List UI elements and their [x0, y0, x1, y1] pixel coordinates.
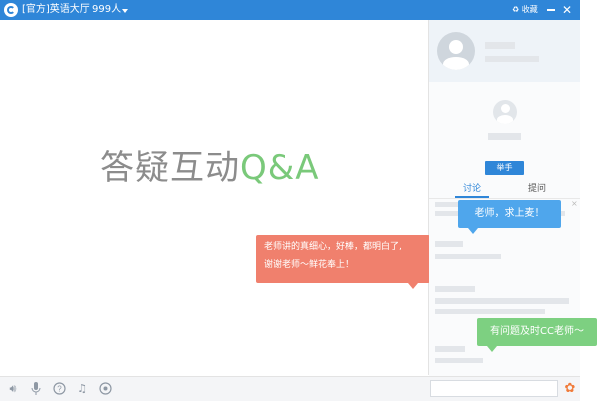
minimize-button[interactable] [547, 9, 555, 11]
teacher-name-placeholder [485, 42, 515, 49]
speaker-icon[interactable]: 🔊︎ [6, 382, 20, 396]
close-icon[interactable]: × [571, 199, 578, 208]
chat-message-placeholder [435, 254, 501, 259]
student-avatar[interactable] [493, 100, 517, 124]
hero-accent-text: Q&A [240, 148, 320, 188]
chat-input[interactable] [430, 380, 558, 397]
tab-discussion[interactable]: 讨论 [463, 182, 481, 196]
tab-question[interactable]: 提问 [528, 182, 546, 196]
sidebar-tabs: 讨论 提问 [429, 180, 580, 199]
chat-name-placeholder [435, 286, 475, 292]
raise-hand-button[interactable]: 举手 [485, 161, 524, 175]
tab-active-indicator [455, 196, 489, 198]
chat-name-placeholder [435, 241, 463, 247]
teacher-info-placeholder [485, 56, 539, 62]
chat-bubble-thanks: 老师讲的真细心，好棒，都明白了, 谢谢老师～鲜花奉上！ [256, 235, 430, 289]
cc-logo-icon [4, 3, 18, 17]
flower-icon[interactable]: ✿ [562, 380, 578, 398]
favorite-button[interactable]: ♻ 收藏 [512, 3, 538, 17]
participant-count[interactable]: 999人 [92, 3, 121, 17]
music-icon[interactable]: ♫ [75, 382, 89, 396]
chat-message-placeholder [435, 309, 545, 314]
bubble-line-2: 谢谢老师～鲜花奉上！ [264, 260, 355, 270]
close-button[interactable]: ✕ [562, 2, 572, 18]
bubble-line-1: 老师讲的真细心，好棒，都明白了, [264, 242, 402, 252]
chat-message-placeholder [435, 298, 569, 304]
teacher-card [429, 20, 580, 82]
hero-main-text: 答疑互动 [100, 148, 240, 188]
teacher-avatar[interactable] [437, 32, 475, 70]
chat-bubble-tip: 有问题及时CC老师～ [477, 318, 597, 352]
chat-message-placeholder [435, 358, 483, 363]
main-stage: 答疑互动Q&A [0, 20, 429, 375]
question-icon[interactable]: ? [52, 382, 66, 396]
bottom-toolbar: 🔊︎ ? ♫ ✿ [0, 376, 580, 401]
chat-name-placeholder [435, 202, 459, 207]
chat-name-placeholder [435, 346, 465, 352]
record-icon[interactable] [98, 382, 112, 396]
room-title: [官方]英语大厅 [22, 4, 90, 15]
svg-text:?: ? [57, 385, 62, 394]
student-name-placeholder [488, 133, 521, 140]
hero-text: 答疑互动Q&A [100, 148, 320, 188]
chevron-down-icon[interactable] [122, 9, 128, 13]
chat-bubble-request: 老师，求上麦！ [458, 200, 561, 234]
microphone-icon[interactable] [29, 382, 43, 396]
title-bar: [官方]英语大厅 999人 ♻ 收藏 ✕ [0, 0, 580, 20]
